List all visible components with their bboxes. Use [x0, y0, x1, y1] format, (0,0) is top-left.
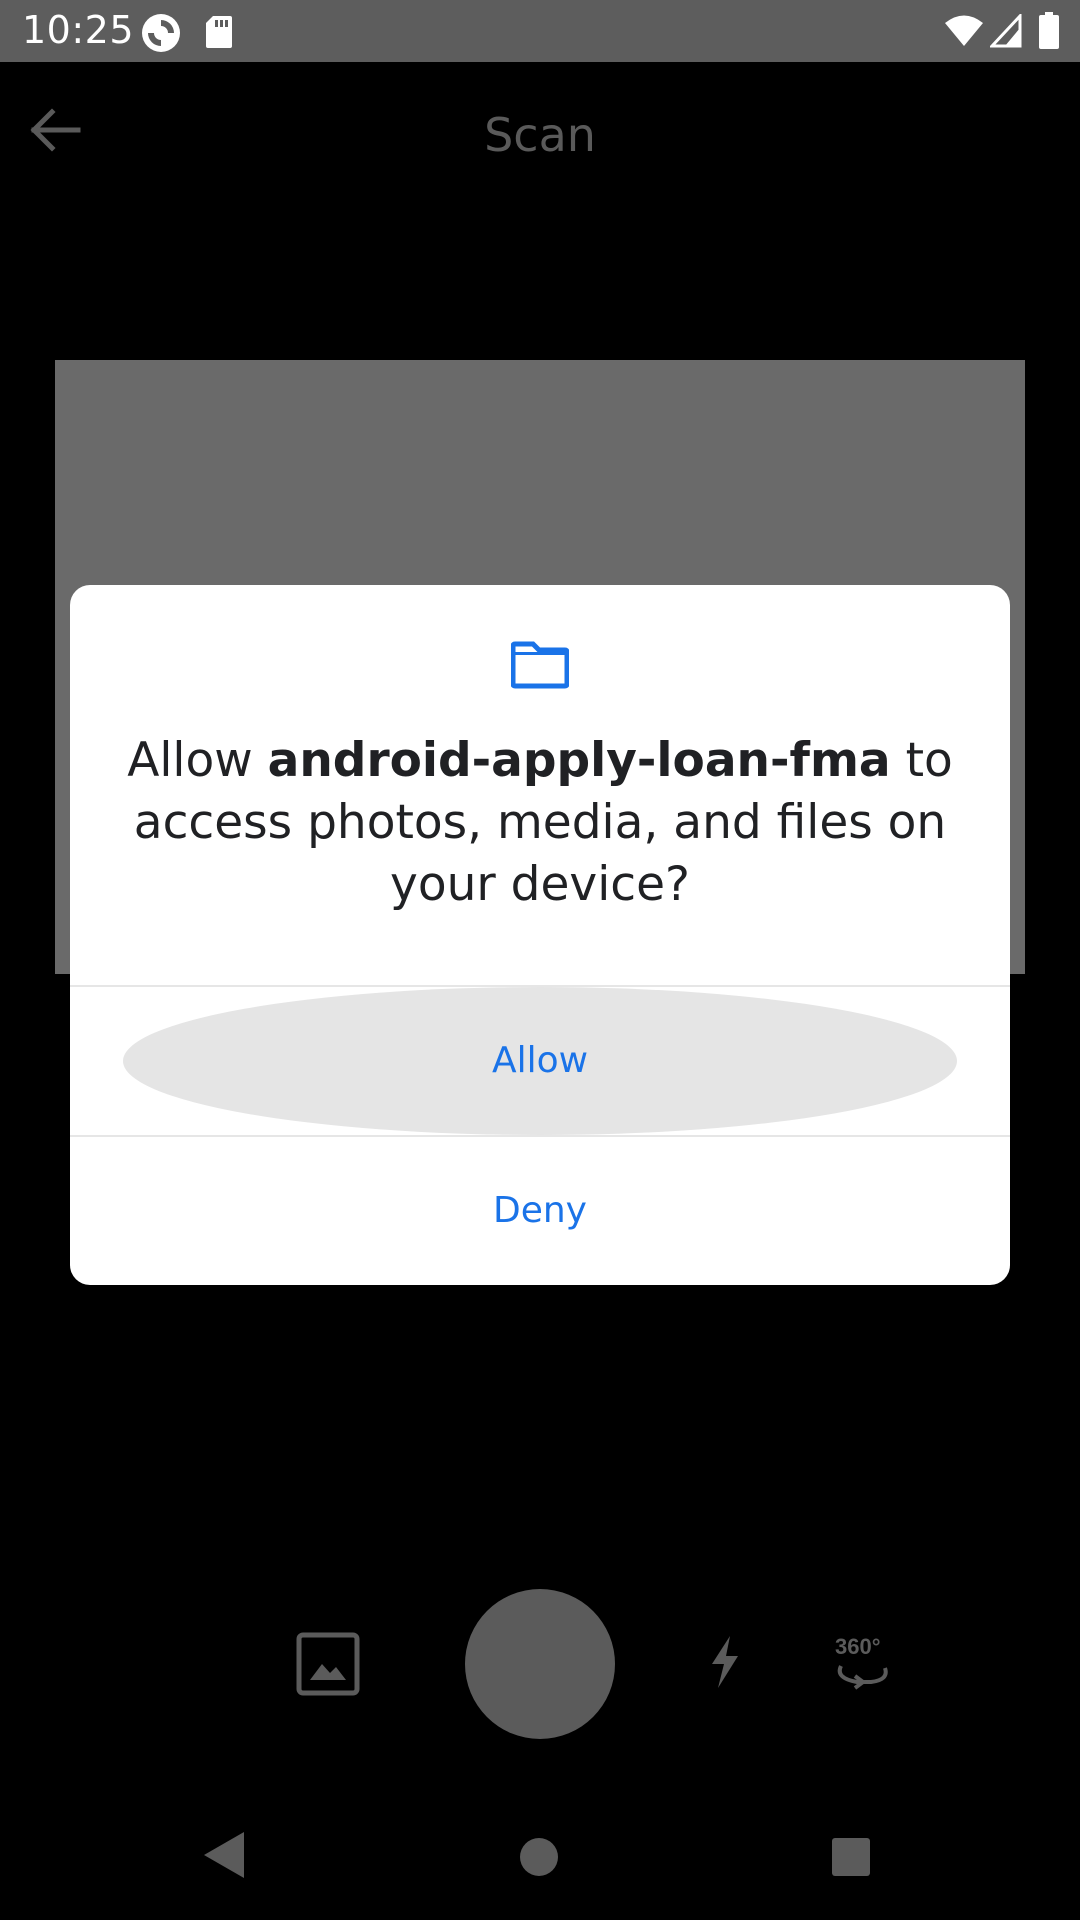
shutter-button[interactable] — [465, 1589, 615, 1739]
360-rotate-icon: 360° — [835, 1634, 888, 1690]
permission-dialog: Allow android-apply-loan-fma to access p… — [70, 585, 1010, 1285]
folder-icon — [511, 641, 569, 689]
flash-button[interactable] — [706, 1634, 742, 1690]
dialog-message: Allow android-apply-loan-fma to access p… — [110, 730, 970, 916]
allow-button[interactable]: Allow — [70, 987, 1010, 1135]
nav-back-icon — [204, 1832, 244, 1878]
flash-icon — [712, 1636, 738, 1688]
allow-label: Allow — [491, 1040, 589, 1081]
nav-home-button[interactable] — [520, 1838, 558, 1876]
app-name: android-apply-loan-fma — [267, 733, 891, 788]
signal-icon — [990, 14, 1022, 48]
rotate-360-button[interactable]: 360° — [833, 1632, 893, 1692]
app-bar: Scan — [0, 62, 1080, 210]
deny-button[interactable]: Deny — [70, 1137, 1010, 1285]
status-time: 10:25 — [22, 8, 135, 52]
message-prefix: Allow — [127, 733, 268, 788]
sd-card-icon — [206, 16, 232, 48]
nav-recents-icon — [832, 1838, 870, 1876]
rotate-label: 360° — [835, 1634, 881, 1659]
wifi-icon — [945, 15, 983, 46]
image-icon — [296, 1632, 360, 1696]
battery-icon — [1039, 12, 1059, 49]
status-bar: 10:25 — [0, 0, 1080, 62]
nav-recents-button[interactable] — [832, 1838, 870, 1876]
page-title: Scan — [484, 108, 596, 162]
deny-label: Deny — [493, 1190, 587, 1231]
screen: 10:25 Scan 360° Allow android-apply-loan… — [0, 0, 1080, 1920]
gallery-button[interactable] — [296, 1632, 360, 1696]
nav-back-button[interactable] — [204, 1832, 244, 1878]
sync-icon — [142, 14, 180, 52]
nav-home-icon — [520, 1838, 558, 1876]
